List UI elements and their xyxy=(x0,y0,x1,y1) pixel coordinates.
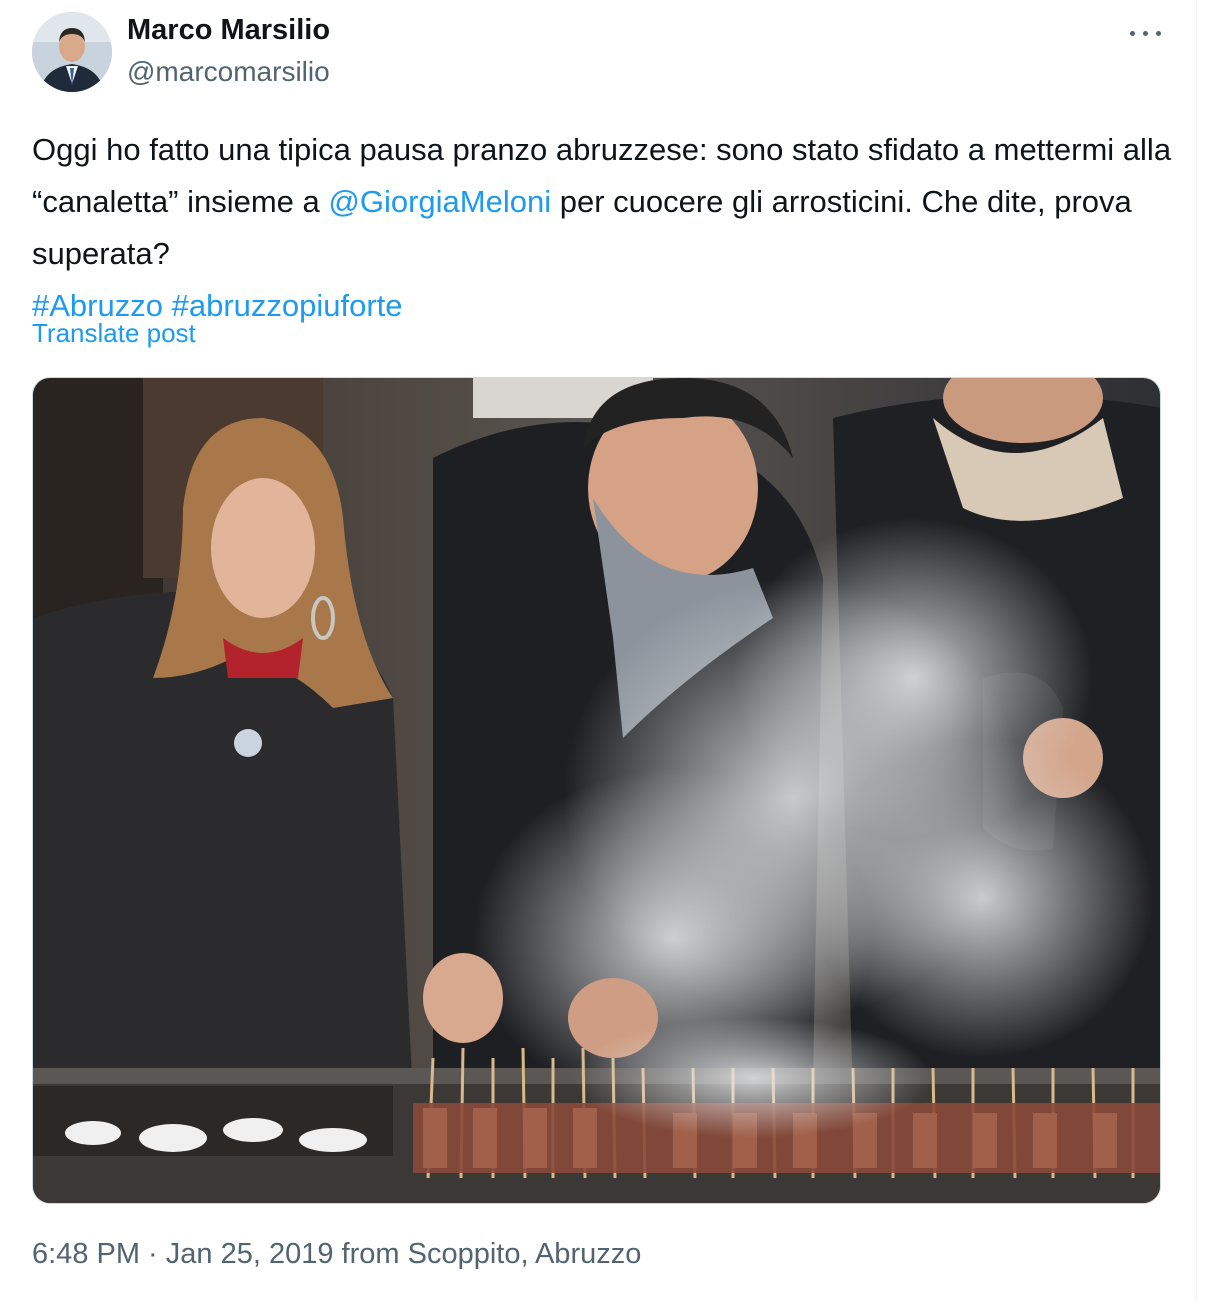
tweet-time[interactable]: 6:48 PM xyxy=(32,1238,140,1270)
tweet-metadata: 6:48 PM · Jan 25, 2019 from Scoppito, Ab… xyxy=(32,1238,641,1271)
tweet-date[interactable]: Jan 25, 2019 xyxy=(166,1238,334,1270)
translate-post-link[interactable]: Translate post xyxy=(32,318,196,349)
avatar[interactable] xyxy=(32,12,112,92)
mention-link[interactable]: @GiorgiaMeloni xyxy=(328,184,551,219)
tweet-photo[interactable] xyxy=(32,377,1161,1204)
meta-separator: · xyxy=(140,1238,166,1270)
timeline-border xyxy=(1196,0,1197,1302)
author-handle[interactable]: @marcomarsilio xyxy=(127,56,330,88)
more-dots-icon[interactable] xyxy=(1126,14,1166,50)
author-name[interactable]: Marco Marsilio xyxy=(127,14,330,47)
hashtag-abruzzopiuforte-link[interactable]: #abruzzopiuforte xyxy=(172,288,403,323)
tweet-location: from Scoppito, Abruzzo xyxy=(333,1238,642,1270)
tweet-text: Oggi ho fatto una tipica pausa pranzo ab… xyxy=(32,124,1172,332)
